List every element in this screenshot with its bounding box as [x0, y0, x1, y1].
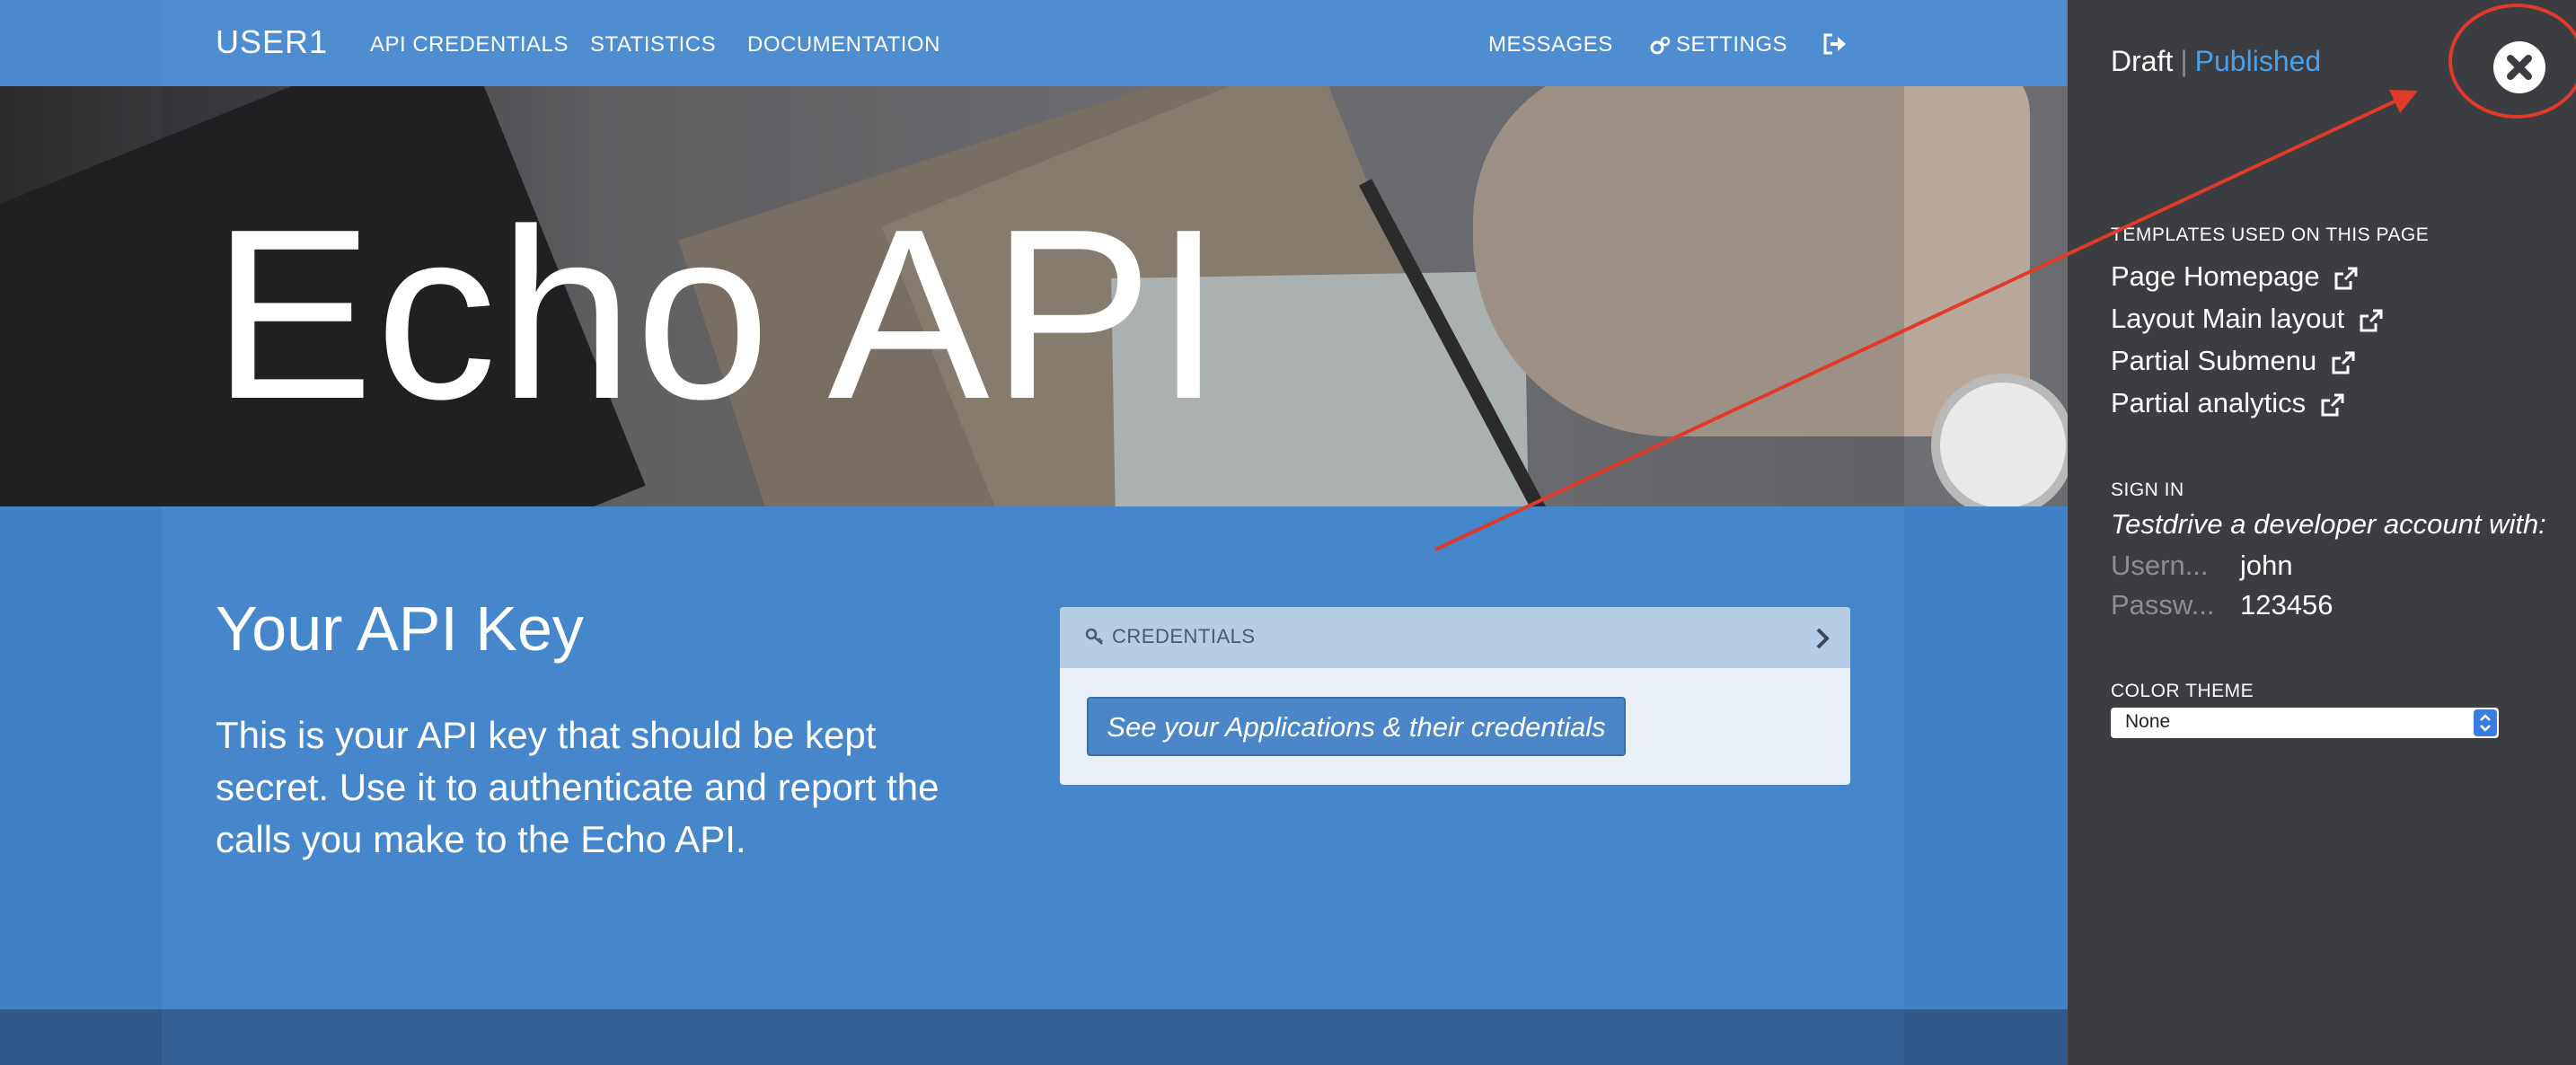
template-link-homepage[interactable]: Page Homepage [2111, 260, 2360, 293]
external-link-icon [2321, 393, 2344, 417]
template-link-analytics[interactable]: Partial analytics [2111, 387, 2346, 419]
template-link-submenu[interactable]: Partial Submenu [2111, 345, 2357, 377]
color-theme-value: None [2125, 711, 2171, 732]
external-link-icon [2332, 351, 2355, 374]
password-value: 123456 [2240, 589, 2333, 621]
annotation-highlight-circle [2448, 4, 2576, 119]
credentials-title: CREDENTIALS [1112, 625, 1256, 647]
see-applications-button[interactable]: See your Applications & their credential… [1087, 697, 1626, 756]
username-value: john [2240, 550, 2293, 581]
templates-label: TEMPLATES USED ON THIS PAGE [2111, 224, 2430, 245]
template-link-label: Page Homepage [2111, 260, 2320, 292]
gears-icon [1650, 36, 1671, 55]
api-key-description: This is your API key that should be kept… [216, 714, 940, 860]
status-published[interactable]: Published [2195, 45, 2322, 77]
sign-in-note: Testdrive a developer account with: [2111, 508, 2546, 540]
template-link-label: Layout Main layout [2111, 303, 2345, 334]
sign-in-label: SIGN IN [2111, 480, 2184, 500]
status-draft[interactable]: Draft [2111, 45, 2173, 77]
nav-api-credentials[interactable]: API CREDENTIALS [370, 32, 569, 57]
nav-messages[interactable]: MESSAGES [1488, 32, 1613, 57]
status-separator: | [2180, 45, 2188, 77]
footer-band-inner [162, 1009, 1904, 1065]
nav-settings-label: SETTINGS [1676, 32, 1788, 57]
select-arrows-icon [2474, 709, 2497, 736]
color-theme-select[interactable]: None [2111, 708, 2499, 738]
footer-band [0, 1009, 2068, 1065]
credentials-panel-header[interactable]: CREDENTIALS [1060, 607, 1850, 668]
nav-settings[interactable]: SETTINGS [1649, 32, 1787, 57]
nav-statistics[interactable]: STATISTICS [590, 32, 716, 57]
logout-button[interactable] [1822, 32, 1848, 59]
template-link-main-layout[interactable]: Layout Main layout [2111, 303, 2385, 335]
hero-banner: Echo API [0, 86, 2068, 506]
external-link-icon [2360, 309, 2383, 332]
api-key-heading: Your API Key [216, 594, 584, 664]
hero-photo-watch [1931, 374, 2068, 506]
brand-user[interactable]: USER1 [216, 23, 328, 61]
external-link-icon [2334, 267, 2358, 290]
template-link-label: Partial analytics [2111, 387, 2307, 418]
publish-status: Draft | Published [2111, 45, 2321, 78]
top-navbar: USER1 API CREDENTIALS STATISTICS DOCUMEN… [0, 0, 2068, 86]
cms-side-panel: Draft | Published TEMPLATES USED ON THIS P… [2068, 0, 2576, 1065]
credentials-panel: CREDENTIALS See your Applications & thei… [1060, 607, 1850, 785]
chevron-right-icon[interactable] [1814, 627, 1831, 650]
username-label: Usern... [2111, 550, 2209, 581]
template-link-label: Partial Submenu [2111, 345, 2317, 376]
main-page: USER1 API CREDENTIALS STATISTICS DOCUMEN… [0, 0, 2068, 1065]
nav-documentation[interactable]: DOCUMENTATION [747, 32, 940, 57]
color-theme-label: COLOR THEME [2111, 681, 2254, 701]
password-label: Passw... [2111, 589, 2215, 621]
sign-out-icon [1823, 33, 1846, 55]
key-icon [1085, 628, 1103, 645]
hero-title: Echo API [212, 180, 1224, 450]
